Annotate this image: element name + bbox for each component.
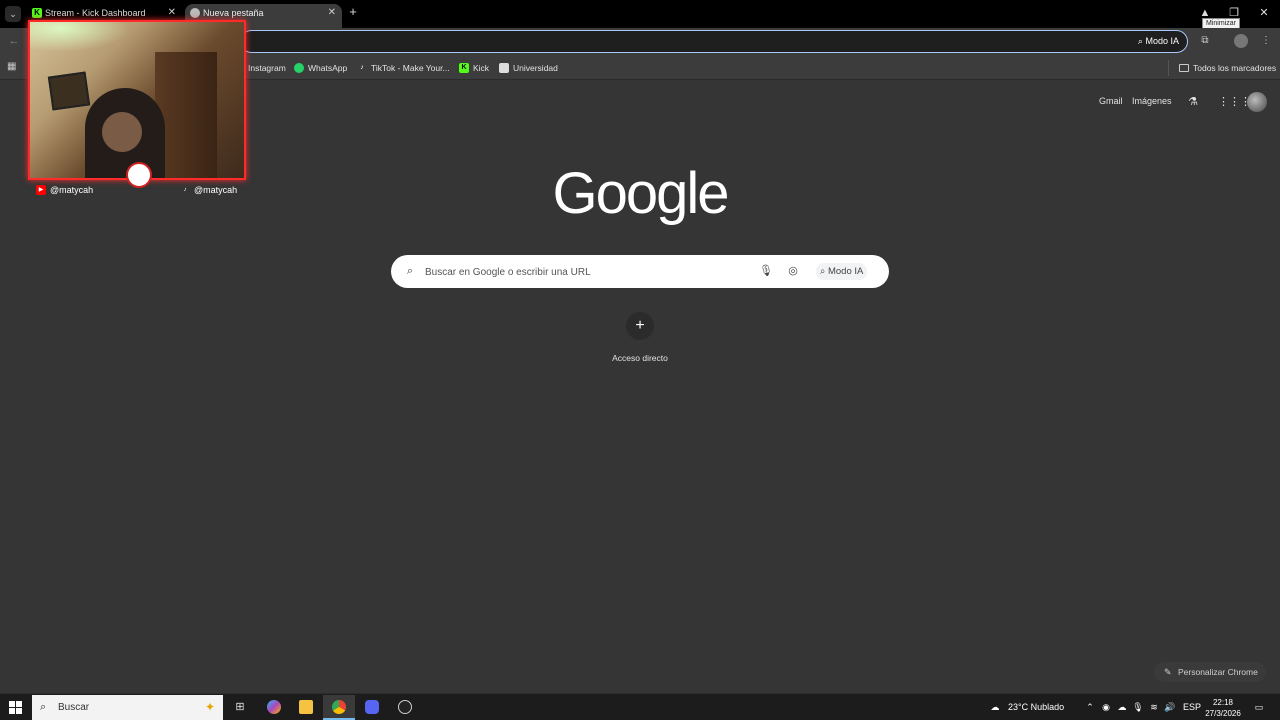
close-icon[interactable]: ✕ — [328, 4, 336, 22]
youtube-handle: ▶ @matycah — [36, 184, 93, 196]
microphone-tray-icon[interactable]: 🎙 — [1132, 701, 1144, 713]
apps-grid-icon[interactable]: ▦ — [7, 61, 19, 73]
taskbar-search-label: Buscar — [58, 702, 90, 713]
google-lens-icon[interactable]: ◎ — [786, 264, 800, 278]
tray-cloud-icon[interactable]: ☁ — [1116, 701, 1128, 713]
shortcut-label: Acceso directo — [612, 353, 668, 363]
notifications-icon[interactable]: ▭ — [1253, 701, 1265, 713]
add-shortcut-button[interactable]: + — [626, 312, 654, 340]
bookmark-label: Kick — [473, 63, 490, 73]
windows-start-icon[interactable] — [9, 701, 22, 714]
search-icon: ⌕ — [406, 265, 414, 277]
all-bookmarks-button[interactable]: Todos los marcadores — [1168, 60, 1276, 76]
omnibox-modo-ia-button[interactable]: ⌕ Modo IA — [1134, 33, 1183, 49]
search-modo-ia-button[interactable]: ⌕ Modo IA — [816, 263, 868, 280]
back-arrow-icon[interactable]: ← — [6, 33, 22, 49]
microphone-icon[interactable]: 🎙 — [759, 264, 773, 278]
chevron-up-icon[interactable]: ⌃ — [1084, 701, 1096, 713]
bookmark-label: TikTok - Make Your... — [371, 63, 450, 73]
gmail-link[interactable]: Gmail — [1099, 96, 1123, 106]
youtube-icon: ▶ — [36, 185, 46, 195]
youtube-handle-text: @matycah — [50, 185, 94, 195]
bookmark-label: Instagram — [248, 63, 286, 73]
address-bar[interactable]: ⌕ Modo IA — [240, 30, 1188, 53]
all-bookmarks-label: Todos los marcadores — [1193, 63, 1277, 73]
images-link[interactable]: Imágenes — [1132, 96, 1172, 106]
labs-flask-icon[interactable]: ⚗ — [1186, 95, 1200, 109]
tab-title: Stream - Kick Dashboard — [45, 8, 146, 18]
bookmark-label: WhatsApp — [308, 63, 348, 73]
kick-icon: K — [459, 63, 469, 73]
task-view-icon[interactable]: ⊞ — [224, 695, 256, 720]
pencil-icon: ✎ — [1164, 667, 1172, 677]
bookmark-icon — [499, 63, 509, 73]
close-window-button[interactable]: ✕ — [1254, 4, 1274, 22]
account-avatar[interactable] — [1247, 92, 1267, 112]
bookmark-universidad[interactable]: Universidad — [499, 60, 558, 76]
clock[interactable]: 22:18 27/3/2026 — [1200, 697, 1246, 719]
bookmark-kick[interactable]: K Kick — [459, 60, 489, 76]
tiktok-handle-text: @matycah — [194, 185, 238, 195]
kick-icon: K — [32, 8, 42, 18]
bookmark-whatsapp[interactable]: WhatsApp — [294, 60, 347, 76]
google-apps-icon[interactable]: ⋮⋮⋮ — [1218, 95, 1251, 109]
webcam-face — [102, 112, 142, 152]
customize-label: Personalizar Chrome — [1178, 667, 1258, 677]
tray-app-icon[interactable]: ◉ — [1100, 701, 1112, 713]
copilot-icon[interactable] — [258, 695, 290, 720]
webcam-overlay — [28, 20, 246, 180]
folder-icon — [1179, 64, 1189, 72]
weather-text[interactable]: 23°C Nublado — [1008, 694, 1064, 720]
chrome-icon — [190, 8, 200, 18]
obs-icon[interactable] — [389, 695, 421, 720]
search-icon: ⌕ — [40, 701, 47, 713]
speaker-icon[interactable]: 🔊 — [1164, 701, 1176, 713]
sparkle-icon: ✦ — [204, 700, 215, 714]
tab-search-button[interactable]: ⌄ — [5, 6, 21, 22]
taskbar-search[interactable]: ⌕ Buscar ✦ — [32, 695, 223, 720]
clock-time: 22:18 — [1212, 698, 1234, 707]
webcam-light — [30, 22, 130, 52]
whatsapp-icon — [294, 63, 304, 73]
new-tab-button[interactable]: + — [346, 5, 360, 19]
webcam-picture-frame — [47, 71, 91, 111]
profile-avatar[interactable] — [1234, 34, 1248, 48]
tiktok-handle: ♪ @matycah — [180, 184, 238, 196]
tab-title: Nueva pestaña — [203, 8, 264, 18]
search-box[interactable]: ⌕ 🎙 ◎ ⌕ Modo IA — [391, 255, 889, 288]
streamer-badge-icon — [126, 162, 152, 188]
screen: ⌄ K Stream - Kick Dashboard ✕ Nueva pest… — [0, 0, 1280, 720]
customize-chrome-button[interactable]: ✎ Personalizar Chrome — [1154, 662, 1266, 682]
bookmark-tiktok[interactable]: ♪ TikTok - Make Your... — [357, 60, 450, 76]
taskbar: ⌕ Buscar ✦ ⊞ ☁ 23°C Nublado ⌃ ◉ ☁ 🎙 ≋ 🔊 … — [0, 693, 1280, 720]
chrome-taskbar-icon[interactable] — [323, 695, 355, 720]
wifi-icon[interactable]: ≋ — [1148, 701, 1160, 713]
language-indicator[interactable]: ESP — [1183, 694, 1201, 720]
modo-ia-label: Modo IA — [1145, 36, 1179, 46]
tiktok-icon: ♪ — [360, 64, 364, 71]
tiktok-icon: ♪ — [183, 187, 187, 193]
weather-cloud-icon: ☁ — [990, 702, 1000, 712]
modo-ia-label: Modo IA — [827, 266, 864, 277]
google-logo: Google — [552, 161, 729, 226]
clock-date: 27/3/2026 — [1205, 709, 1241, 718]
extensions-icon[interactable]: ⧉ — [1198, 34, 1212, 48]
discord-icon[interactable] — [356, 695, 388, 720]
bookmark-label: Universidad — [513, 63, 558, 73]
kebab-menu-icon[interactable]: ⋮ — [1259, 34, 1273, 48]
file-explorer-icon[interactable] — [290, 695, 322, 720]
search-input[interactable] — [425, 264, 745, 280]
